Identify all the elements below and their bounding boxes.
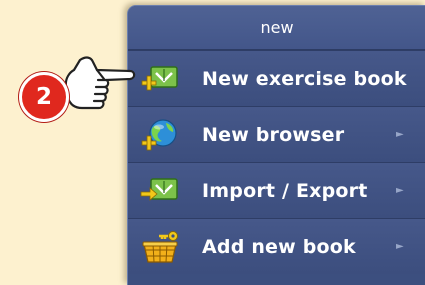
menu-item-new-exercise-book[interactable]: New exercise book [128,50,425,106]
globe-add-icon [141,119,177,151]
submenu-arrow-icon: ► [396,185,404,196]
import-export-icon [140,178,178,201]
menu-item-label: New exercise book [202,68,407,90]
menu-header: new [128,6,425,50]
menu-item-label: New browser [202,124,345,146]
step-number-badge: 2 [19,72,69,122]
pointing-hand-icon [64,56,136,110]
submenu-arrow-icon: ► [396,241,404,252]
basket-key-icon [142,231,178,263]
menu-item-import-export[interactable]: Import / Export ► [128,162,425,218]
submenu-arrow-icon: ► [396,129,404,140]
exercise-book-add-icon [141,66,178,91]
new-menu: new New exercise book New browser ► Impo… [127,5,425,285]
menu-item-label: Import / Export [202,180,368,202]
menu-item-new-browser[interactable]: New browser ► [128,106,425,162]
menu-item-label: Add new book [202,236,356,258]
menu-item-add-new-book[interactable]: Add new book ► [128,218,425,274]
